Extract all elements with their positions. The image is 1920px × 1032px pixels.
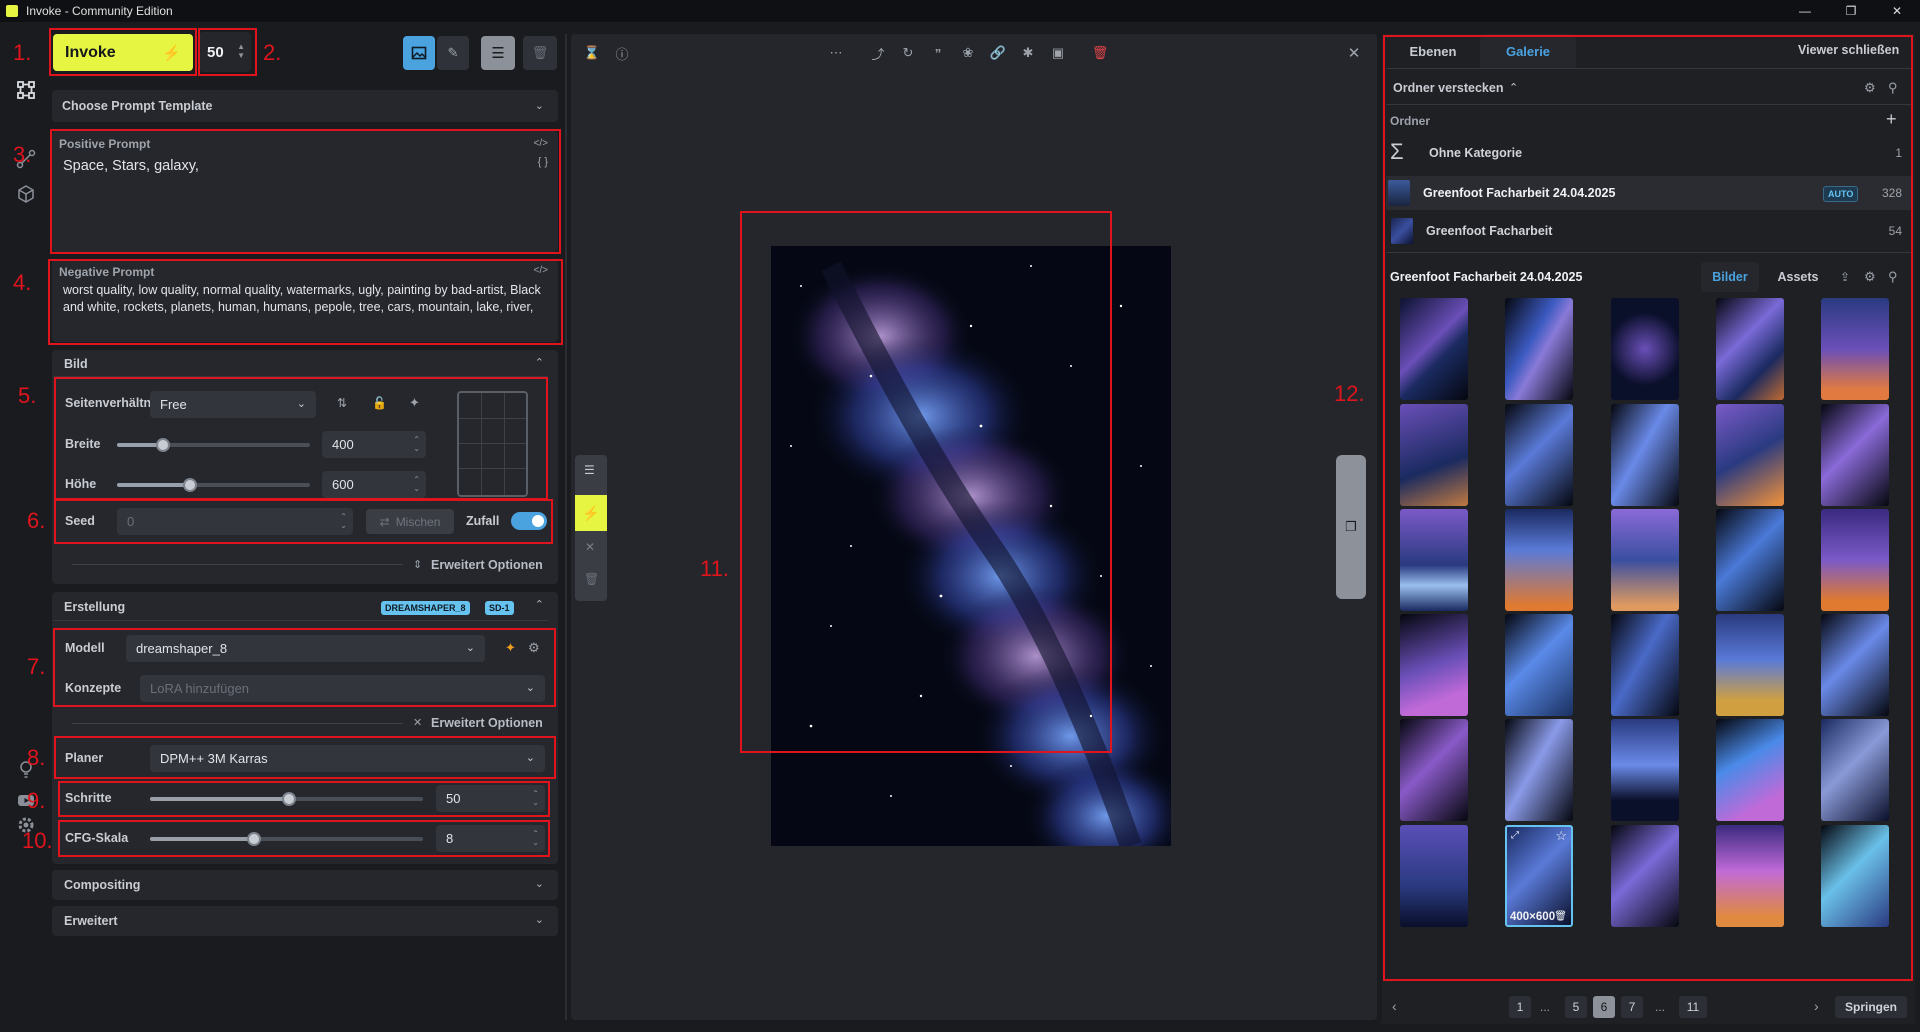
- hourglass-icon[interactable]: ⌛: [583, 44, 601, 62]
- jump-label: Springen: [1844, 1000, 1897, 1014]
- link-icon[interactable]: 🔗: [989, 44, 1007, 62]
- images-icon: ❐: [1345, 519, 1357, 534]
- annotation-box-5: [54, 377, 548, 500]
- resize-icon[interactable]: ▣: [1049, 44, 1067, 62]
- model-badge: DREAMSHAPER_8: [381, 601, 470, 615]
- more-icon[interactable]: ⋯: [827, 44, 845, 62]
- queue-list-button[interactable]: ☰: [481, 36, 515, 70]
- brush-icon: ✎: [447, 45, 459, 60]
- canvas-mode-button[interactable]: ✎: [437, 36, 469, 70]
- chevron-up-icon[interactable]: ⌃: [535, 598, 544, 611]
- image-viewer: ⌛ ⓘ ⋯ ⤴ ↻ ” ❀ 🔗 ✱ ▣ 🗑 ✕: [571, 34, 1377, 1020]
- menu-icon: ☰: [491, 45, 505, 62]
- prompt-template-label: Choose Prompt Template: [62, 99, 213, 113]
- sliders-icon[interactable]: ☰: [584, 463, 595, 477]
- window-title: Invoke - Community Edition: [26, 4, 173, 18]
- annotation-label: 2.: [263, 40, 282, 65]
- page-button-active[interactable]: 6: [1593, 996, 1615, 1018]
- annotation-box-7: [53, 628, 556, 707]
- annotation-label: 8.: [27, 745, 46, 770]
- bild-advanced-toggle[interactable]: Erweitert Optionen: [431, 558, 543, 572]
- page-ellipsis: ...: [1540, 1000, 1551, 1014]
- annotation-box-11: [740, 211, 1112, 753]
- erweitert-section[interactable]: Erweitert ⌄: [52, 906, 558, 936]
- page-label: 1: [1516, 1000, 1524, 1014]
- trash-icon[interactable]: 🗑: [1091, 44, 1109, 62]
- erstellung-advanced-toggle[interactable]: Erweitert Optionen: [431, 716, 543, 730]
- page-button[interactable]: 1: [1509, 996, 1531, 1018]
- annotation-label: 12.: [1334, 381, 1365, 406]
- annotation-label: 11.: [700, 556, 729, 581]
- expand-icon[interactable]: ⇕: [413, 558, 422, 571]
- page-ellipsis: ...: [1655, 1000, 1666, 1014]
- image-icon: [411, 46, 427, 60]
- close-window-icon[interactable]: ✕: [1874, 0, 1920, 22]
- page-button[interactable]: 11: [1679, 996, 1707, 1018]
- gallery-toggle-button[interactable]: ❐: [1336, 455, 1366, 599]
- page-button[interactable]: 5: [1565, 996, 1587, 1018]
- page-label: 6: [1600, 1000, 1608, 1014]
- erstellung-title: Erstellung: [64, 600, 126, 614]
- annotation-label: 3.: [13, 142, 32, 167]
- bild-title: Bild: [64, 357, 88, 371]
- minimize-icon[interactable]: —: [1782, 0, 1828, 22]
- quick-invoke-button[interactable]: ⚡: [575, 495, 607, 531]
- page-label: 11: [1686, 1000, 1700, 1014]
- trash-icon[interactable]: 🗑: [584, 572, 599, 586]
- app-icon: [6, 5, 18, 17]
- annotation-box-10: [58, 820, 550, 857]
- title-bar: Invoke - Community Edition — ❐ ✕: [0, 0, 1920, 22]
- quote-icon[interactable]: ”: [929, 44, 947, 62]
- annotation-label: 10.: [22, 828, 53, 853]
- cancel-icon[interactable]: ✕: [585, 540, 595, 554]
- compositing-section[interactable]: Compositing ⌄: [52, 870, 558, 900]
- recall-icon[interactable]: ↻: [899, 44, 917, 62]
- annotation-box-8: [54, 736, 556, 779]
- annotation-box-9: [58, 781, 550, 817]
- page-label: 7: [1628, 1000, 1636, 1014]
- info-icon[interactable]: ⓘ: [613, 44, 631, 62]
- chevron-down-icon: ⌄: [534, 914, 544, 926]
- close-icon[interactable]: ✕: [1345, 44, 1363, 62]
- image-mode-button[interactable]: [403, 36, 435, 70]
- jump-button[interactable]: Springen: [1835, 996, 1907, 1018]
- base-model-badge: SD-1: [485, 601, 514, 615]
- annotation-box-6: [54, 499, 553, 544]
- annotation-box-12: [1383, 35, 1913, 981]
- prompt-template-select[interactable]: Choose Prompt Template ⌄: [52, 90, 558, 122]
- annotation-box-3: [50, 129, 561, 254]
- compositing-title: Compositing: [64, 878, 141, 892]
- chevron-down-icon: ⌄: [534, 100, 544, 112]
- erweitert-title: Erweitert: [64, 914, 118, 928]
- annotation-label: 7.: [27, 654, 46, 679]
- plant-icon[interactable]: ❀: [959, 44, 977, 62]
- page-button[interactable]: 7: [1621, 996, 1643, 1018]
- annotation-box-1: [49, 28, 197, 76]
- flow-icon[interactable]: ⤴: [869, 44, 887, 62]
- next-page-icon[interactable]: ›: [1814, 998, 1819, 1014]
- clear-queue-button[interactable]: 🗑: [523, 36, 557, 70]
- annotation-label: 1.: [13, 40, 32, 65]
- prev-page-icon[interactable]: ‹: [1392, 998, 1397, 1014]
- annotation-label: 6.: [27, 508, 46, 533]
- annotation-label: 9.: [27, 788, 46, 813]
- cube-icon[interactable]: [14, 182, 38, 206]
- asterisk-icon[interactable]: ✱: [1019, 44, 1037, 62]
- chevron-down-icon: ⌄: [534, 878, 544, 890]
- annotation-label: 5.: [18, 383, 37, 408]
- chevron-up-icon[interactable]: ⌃: [535, 356, 544, 369]
- annotation-box-4: [48, 259, 563, 345]
- collapse-icon[interactable]: ✕: [413, 716, 422, 729]
- workflow-nodes-icon[interactable]: [14, 78, 38, 102]
- floating-toolbar: ☰ ⚡ ✕ 🗑: [575, 455, 607, 601]
- maximize-icon[interactable]: ❐: [1828, 0, 1874, 22]
- trash-icon: 🗑: [531, 45, 549, 60]
- page-label: 5: [1572, 1000, 1580, 1014]
- annotation-box-2: [198, 28, 257, 76]
- annotation-label: 4.: [13, 270, 32, 295]
